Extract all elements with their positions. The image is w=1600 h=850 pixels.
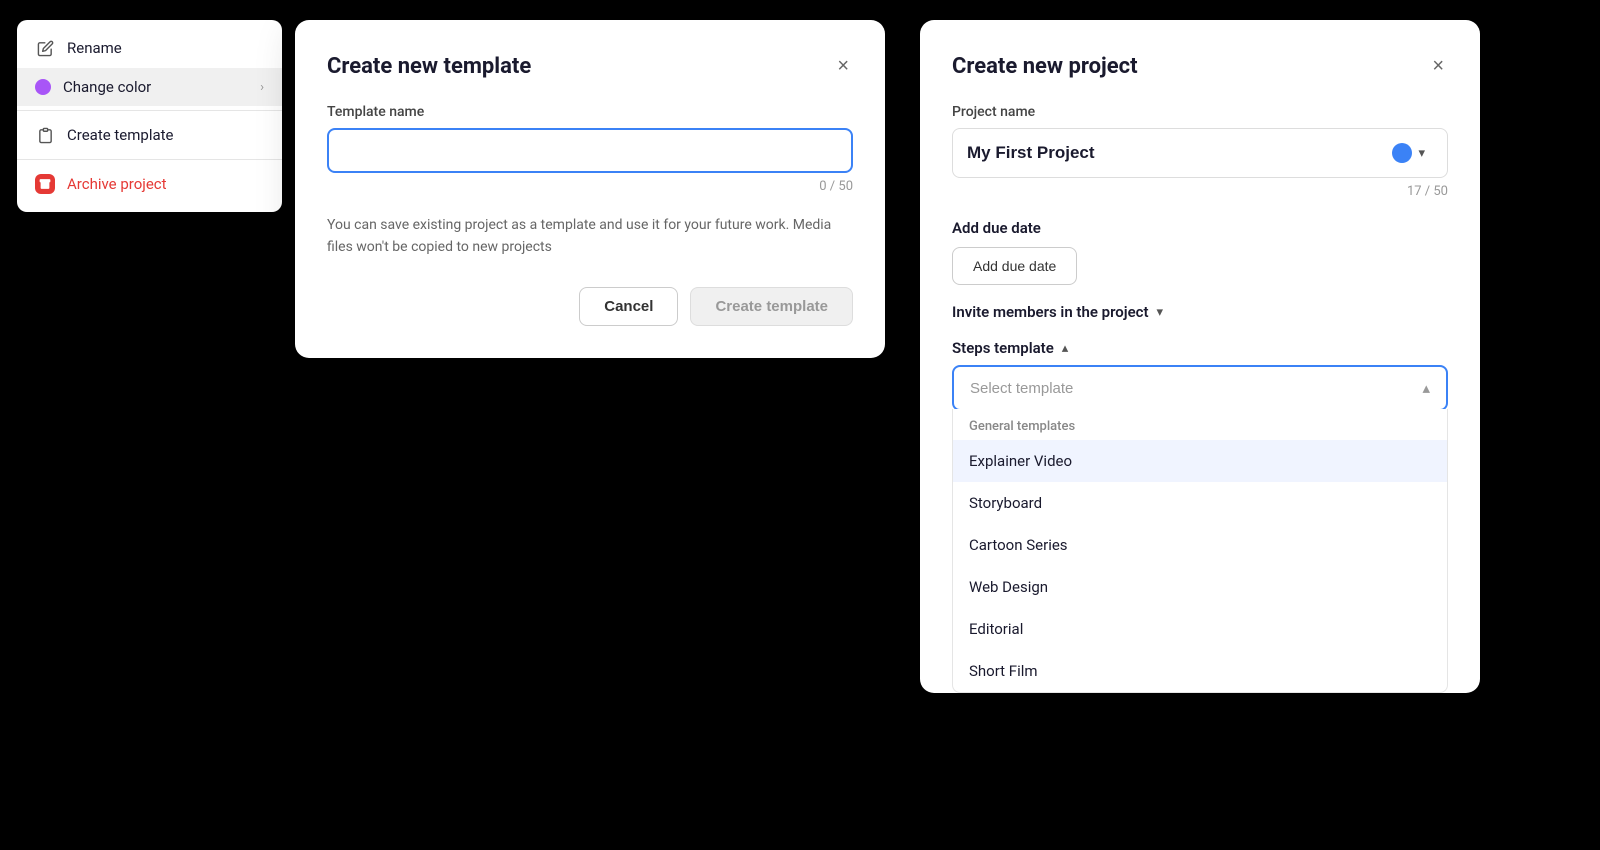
create-project-modal: Create new project × Project name ▾ 17 /…	[920, 20, 1480, 693]
template-modal-actions: Cancel Create template	[327, 287, 853, 326]
add-due-date-section-label: Add due date	[952, 219, 1448, 237]
modal-project-header: Create new project ×	[952, 52, 1448, 80]
cancel-button[interactable]: Cancel	[579, 287, 678, 326]
modal-project-title: Create new project	[952, 54, 1138, 79]
select-template-button[interactable]: Select template ▴	[952, 365, 1448, 411]
dropdown-item-storyboard[interactable]: Storyboard	[953, 482, 1447, 524]
color-dot-icon	[35, 79, 51, 95]
create-template-button[interactable]: Create template	[690, 287, 853, 326]
dropdown-item-editorial[interactable]: Editorial	[953, 608, 1447, 650]
clipboard-icon	[35, 125, 55, 145]
invite-members-row[interactable]: Invite members in the project ▾	[952, 303, 1448, 321]
project-name-label: Project name	[952, 104, 1448, 120]
change-color-label: Change color	[63, 78, 151, 96]
menu-divider	[17, 110, 282, 111]
chevron-right-icon: ›	[260, 80, 264, 95]
archive-project-label: Archive project	[67, 175, 167, 193]
project-name-counter: 17 / 50	[952, 184, 1448, 199]
template-modal-description: You can save existing project as a templ…	[327, 214, 853, 259]
project-name-input[interactable]	[967, 143, 1374, 163]
context-menu: Rename Change color › Create template Ar…	[17, 20, 282, 212]
template-name-counter: 0 / 50	[327, 179, 853, 194]
template-dropdown-list: General templates Explainer Video Storyb…	[952, 409, 1448, 693]
menu-divider-2	[17, 159, 282, 160]
template-name-label: Template name	[327, 104, 853, 120]
invite-members-label: Invite members in the project	[952, 303, 1149, 321]
pencil-icon	[35, 38, 55, 58]
steps-template-row[interactable]: Steps template ▴	[952, 339, 1448, 357]
template-name-input[interactable]	[327, 128, 853, 173]
archive-project-menu-item[interactable]: Archive project	[17, 164, 282, 204]
select-template-chevron-up-icon: ▴	[1422, 379, 1430, 397]
create-template-label: Create template	[67, 126, 174, 144]
dropdown-section-label: General templates	[953, 409, 1447, 440]
project-color-button[interactable]: ▾	[1384, 139, 1433, 167]
modal-project-close-button[interactable]: ×	[1428, 52, 1448, 80]
invite-members-chevron-down-icon: ▾	[1157, 305, 1164, 320]
select-template-placeholder: Select template	[970, 380, 1073, 397]
create-template-menu-item[interactable]: Create template	[17, 115, 282, 155]
archive-icon	[35, 174, 55, 194]
steps-template-chevron-up-icon: ▴	[1062, 341, 1069, 356]
rename-label: Rename	[67, 39, 122, 57]
dropdown-item-web-design[interactable]: Web Design	[953, 566, 1447, 608]
rename-menu-item[interactable]: Rename	[17, 28, 282, 68]
change-color-menu-item[interactable]: Change color ›	[17, 68, 282, 106]
project-color-dot-icon	[1392, 143, 1412, 163]
modal-template-title: Create new template	[327, 54, 531, 79]
dropdown-item-short-film[interactable]: Short Film	[953, 650, 1447, 692]
project-name-row: ▾	[952, 128, 1448, 178]
modal-template-close-button[interactable]: ×	[833, 52, 853, 80]
modal-template-header: Create new template ×	[327, 52, 853, 80]
dropdown-item-explainer-video[interactable]: Explainer Video	[953, 440, 1447, 482]
add-due-date-button[interactable]: Add due date	[952, 247, 1077, 285]
chevron-down-icon: ▾	[1418, 145, 1425, 161]
steps-template-label: Steps template	[952, 339, 1054, 357]
select-template-wrapper: Select template ▴ General templates Expl…	[952, 365, 1448, 693]
create-template-modal: Create new template × Template name 0 / …	[295, 20, 885, 358]
dropdown-item-cartoon-series[interactable]: Cartoon Series	[953, 524, 1447, 566]
